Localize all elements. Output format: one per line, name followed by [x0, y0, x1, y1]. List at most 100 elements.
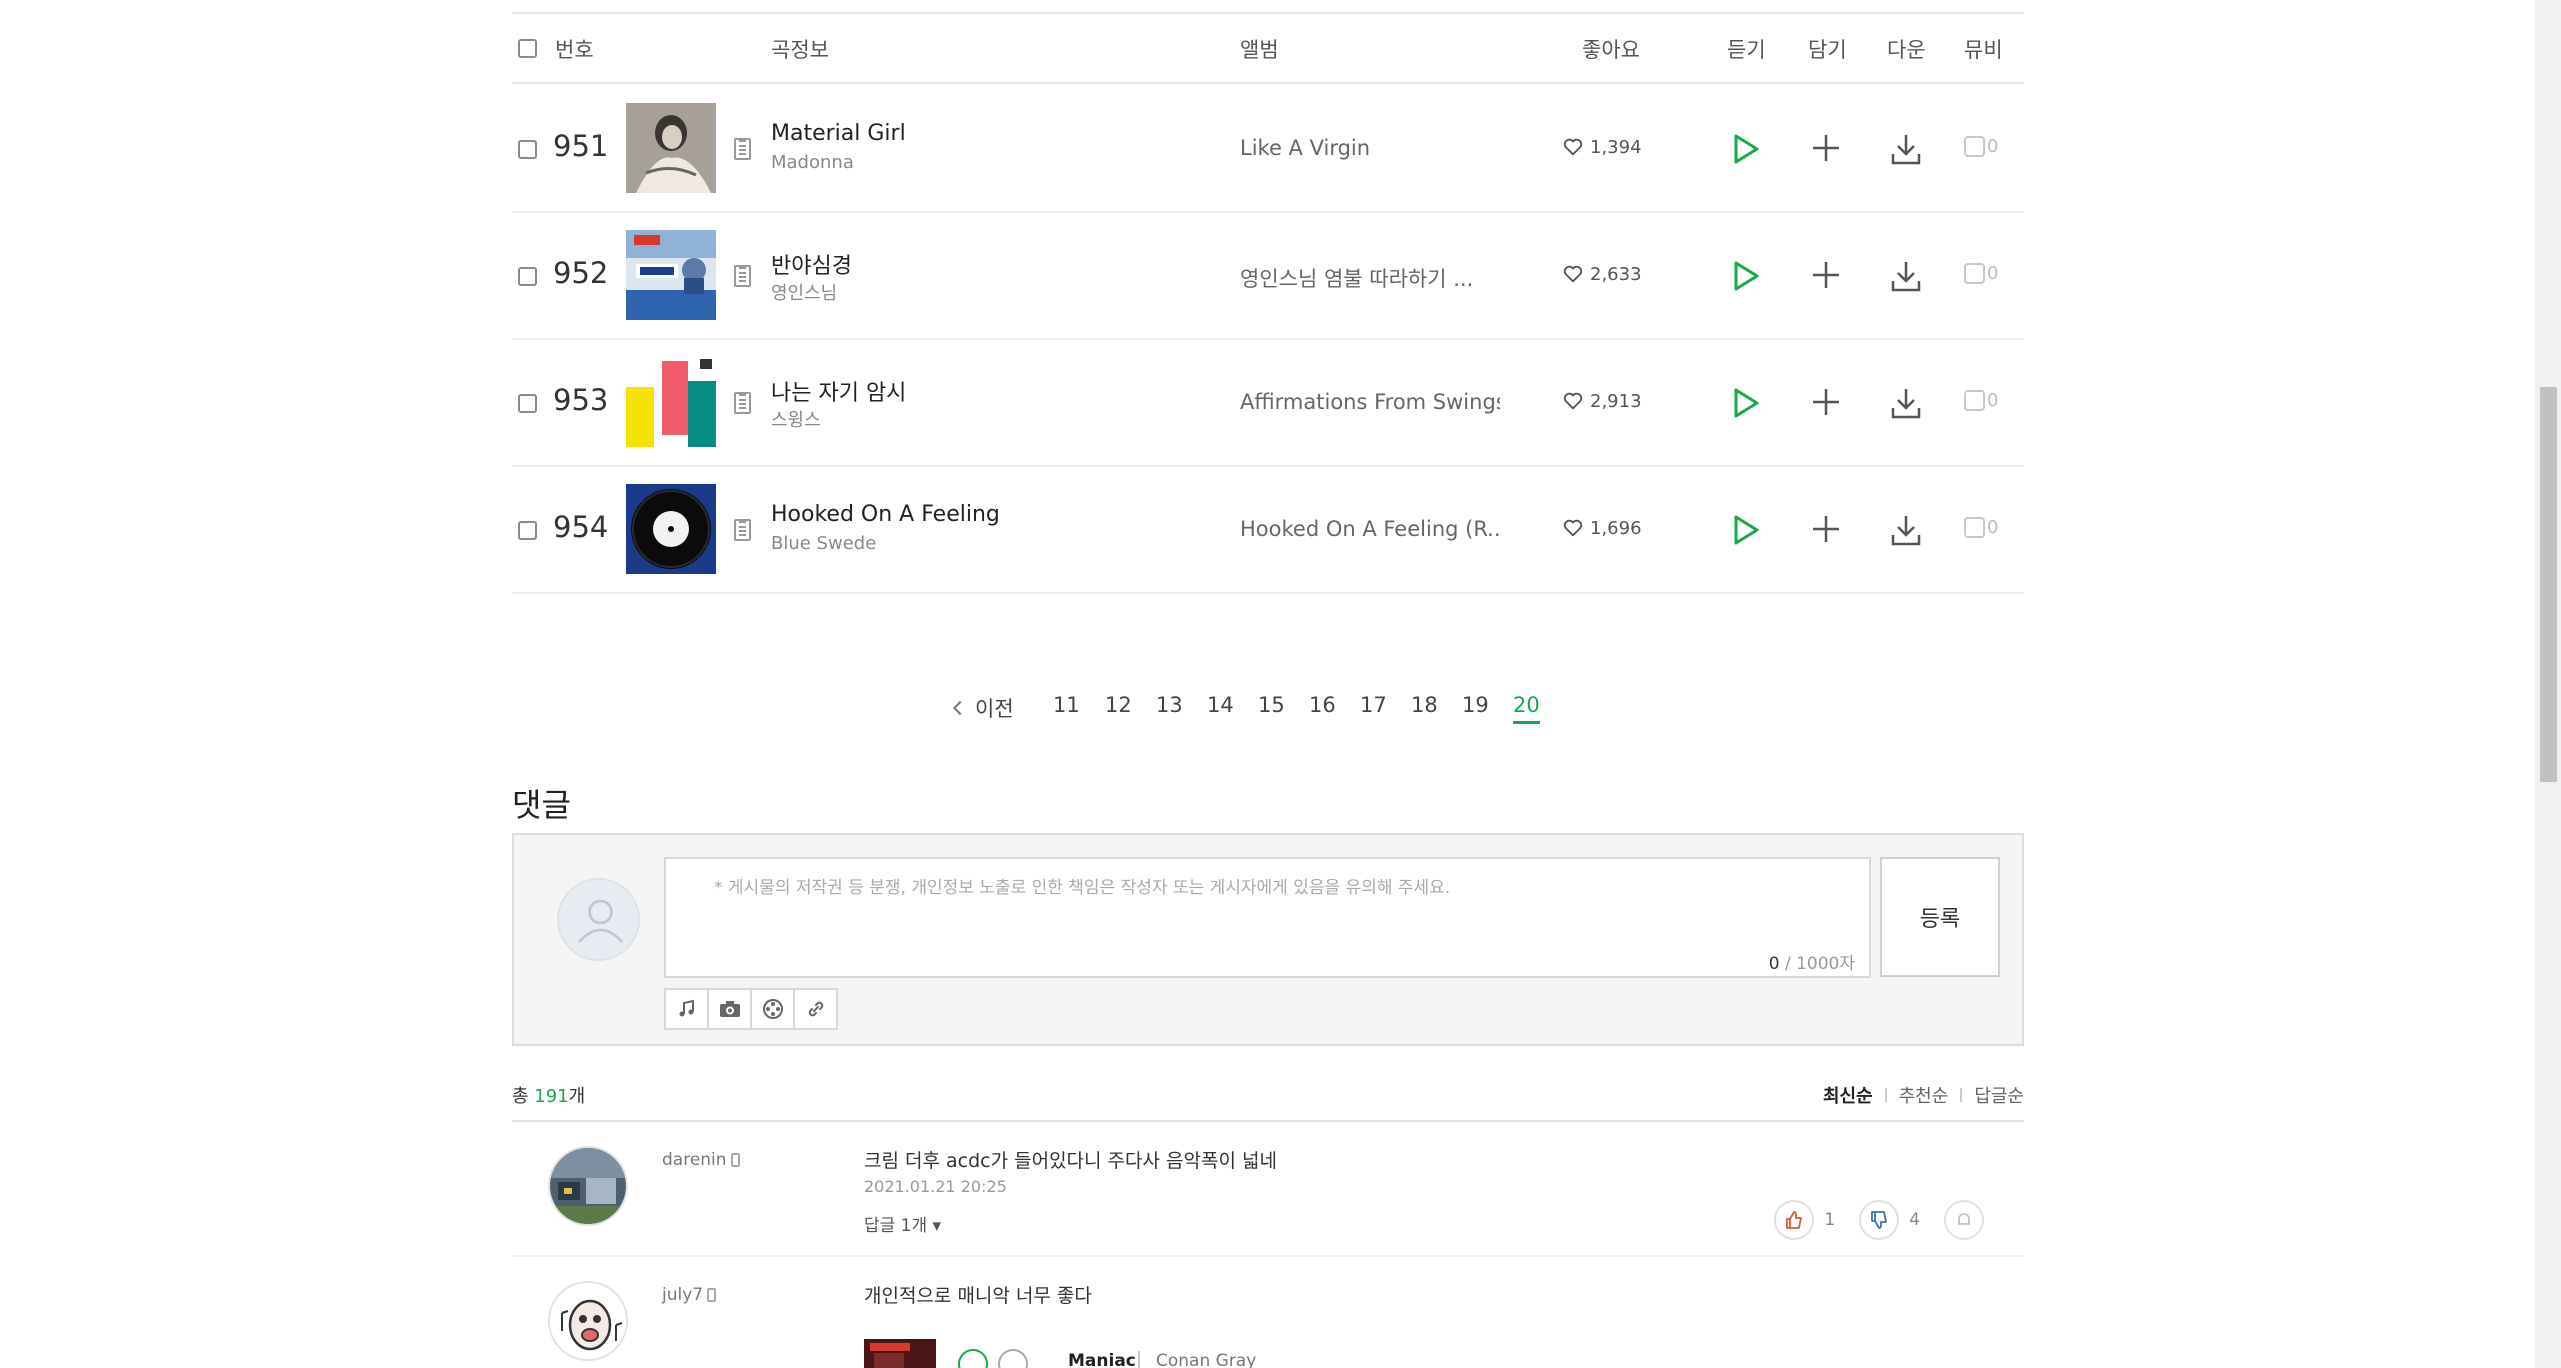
avatar[interactable] — [548, 1281, 628, 1361]
like-button[interactable]: 2,913 — [1562, 390, 1642, 412]
song-title[interactable]: Material Girl — [771, 121, 906, 146]
comment-placeholder: * 게시물의 저작권 등 분쟁, 개인정보 노출로 인한 책임은 작성자 또는 … — [714, 878, 1451, 898]
add-icon[interactable] — [1811, 133, 1841, 163]
row-checkbox[interactable] — [518, 394, 537, 413]
reply-toggle[interactable]: 답글 1개 ▾ — [864, 1211, 941, 1236]
prev-page-button[interactable]: 이전 — [952, 693, 1014, 723]
page-link[interactable]: 16 — [1309, 693, 1336, 717]
header-album: 앨범 — [1240, 38, 1279, 62]
report-button[interactable] — [1944, 1200, 1984, 1240]
mv-count: 0 — [1987, 390, 1999, 411]
album-cover[interactable] — [626, 357, 716, 447]
table-row: 953 나는 자기 암시 스윙스 Affirmations From Swing… — [512, 340, 2024, 467]
comment-textarea[interactable]: * 게시물의 저작권 등 분쟁, 개인정보 노출로 인한 책임은 작성자 또는 … — [664, 857, 1871, 978]
music-note-icon — [679, 999, 694, 1017]
comment-username[interactable]: july7 — [662, 1285, 717, 1305]
link-icon — [808, 1001, 823, 1017]
play-icon[interactable] — [1731, 133, 1761, 165]
sort-recommended[interactable]: 추천순 — [1899, 1082, 1949, 1108]
download-icon[interactable] — [1890, 259, 1922, 293]
row-checkbox[interactable] — [518, 521, 537, 540]
mv-count: 0 — [1987, 517, 1999, 538]
play-icon[interactable] — [1731, 387, 1761, 419]
submit-button[interactable]: 등록 — [1880, 857, 2000, 977]
album-name[interactable]: Like A Virgin — [1240, 136, 1500, 160]
row-checkbox[interactable] — [518, 267, 537, 286]
album-name[interactable]: Hooked On A Feeling (R... — [1240, 517, 1500, 541]
add-icon[interactable] — [998, 1349, 1028, 1368]
album-cover[interactable] — [626, 484, 716, 574]
like-comment-button[interactable] — [1774, 1200, 1815, 1240]
song-artist[interactable]: Blue Swede — [771, 533, 876, 554]
mv-button[interactable]: 0 — [1964, 263, 1998, 284]
mv-button[interactable]: 0 — [1964, 390, 1998, 411]
download-icon[interactable] — [1890, 132, 1922, 166]
song-title[interactable]: Hooked On A Feeling — [771, 502, 1000, 527]
page-link[interactable]: 13 — [1156, 693, 1183, 717]
mv-button[interactable]: 0 — [1964, 517, 1998, 538]
page-link[interactable]: 17 — [1360, 693, 1387, 717]
scrollbar[interactable] — [2535, 0, 2561, 1368]
like-count: 2,633 — [1590, 263, 1642, 285]
page-link-active[interactable]: 20 — [1513, 693, 1540, 724]
song-title[interactable]: 나는 자기 암시 — [771, 375, 906, 407]
song-artist[interactable]: Madonna — [771, 152, 854, 173]
mv-button[interactable]: 0 — [1964, 136, 1998, 157]
album-cover[interactable] — [626, 103, 716, 193]
song-info-icon[interactable] — [734, 519, 751, 541]
album-name[interactable]: Affirmations From Swings — [1240, 390, 1500, 414]
select-all-checkbox[interactable] — [518, 39, 537, 58]
sort-replies[interactable]: 답글순 — [1974, 1082, 2024, 1108]
page-link[interactable]: 11 — [1053, 693, 1080, 717]
row-checkbox[interactable] — [518, 140, 537, 159]
play-icon[interactable] — [1731, 514, 1761, 546]
play-icon[interactable] — [958, 1349, 988, 1368]
avatar[interactable] — [548, 1146, 628, 1226]
attach-video-button[interactable] — [750, 988, 795, 1030]
attach-music-button[interactable] — [664, 988, 709, 1030]
mv-count: 0 — [1987, 136, 1999, 157]
page-link[interactable]: 12 — [1105, 693, 1132, 717]
comment-username[interactable]: darenin — [662, 1150, 740, 1170]
page-link[interactable]: 19 — [1462, 693, 1489, 717]
comments-title: 댓글 — [512, 786, 571, 824]
page-link[interactable]: 14 — [1207, 693, 1234, 717]
download-icon[interactable] — [1890, 513, 1922, 547]
attach-photo-button[interactable] — [707, 988, 752, 1030]
page-link[interactable]: 18 — [1411, 693, 1438, 717]
dislike-count: 4 — [1909, 1210, 1920, 1230]
header-add: 담기 — [1808, 38, 1847, 62]
page-link[interactable]: 15 — [1258, 693, 1285, 717]
song-info-icon[interactable] — [734, 265, 751, 287]
song-info-icon[interactable] — [734, 392, 751, 414]
add-icon[interactable] — [1811, 514, 1841, 544]
comment-form: * 게시물의 저작권 등 분쟁, 개인정보 노출로 인한 책임은 작성자 또는 … — [512, 833, 2024, 1046]
attached-song-title[interactable]: Maniac — [1068, 1351, 1136, 1368]
song-info-icon[interactable] — [734, 138, 751, 160]
album-cover[interactable] — [626, 230, 716, 320]
total-prefix: 총 — [512, 1086, 529, 1107]
download-icon[interactable] — [1890, 386, 1922, 420]
divider — [1960, 1088, 1963, 1102]
add-icon[interactable] — [1811, 260, 1841, 290]
thumbs-up-icon — [1786, 1211, 1803, 1229]
add-icon[interactable] — [1811, 387, 1841, 417]
song-artist[interactable]: 영인스님 — [771, 279, 837, 305]
scrollbar-thumb[interactable] — [2540, 387, 2557, 782]
play-icon[interactable] — [1731, 260, 1761, 292]
attached-song-cover[interactable] — [864, 1339, 936, 1368]
album-name[interactable]: 영인스님 염불 따라하기 ... — [1240, 263, 1500, 293]
header-mv: 뮤비 — [1964, 38, 2003, 62]
like-button[interactable]: 1,394 — [1562, 136, 1642, 158]
song-artist[interactable]: 스윙스 — [771, 406, 821, 432]
sort-latest[interactable]: 최신순 — [1823, 1082, 1873, 1108]
film-reel-icon — [762, 999, 783, 1019]
header-song-info: 곡정보 — [771, 38, 829, 62]
song-title[interactable]: 반야심경 — [771, 248, 852, 280]
attach-link-button[interactable] — [793, 988, 838, 1030]
divider — [1138, 1351, 1140, 1368]
attached-song-artist[interactable]: Conan Gray — [1156, 1351, 1256, 1368]
dislike-comment-button[interactable] — [1859, 1200, 1900, 1240]
like-button[interactable]: 1,696 — [1562, 517, 1642, 539]
like-button[interactable]: 2,633 — [1562, 263, 1642, 285]
